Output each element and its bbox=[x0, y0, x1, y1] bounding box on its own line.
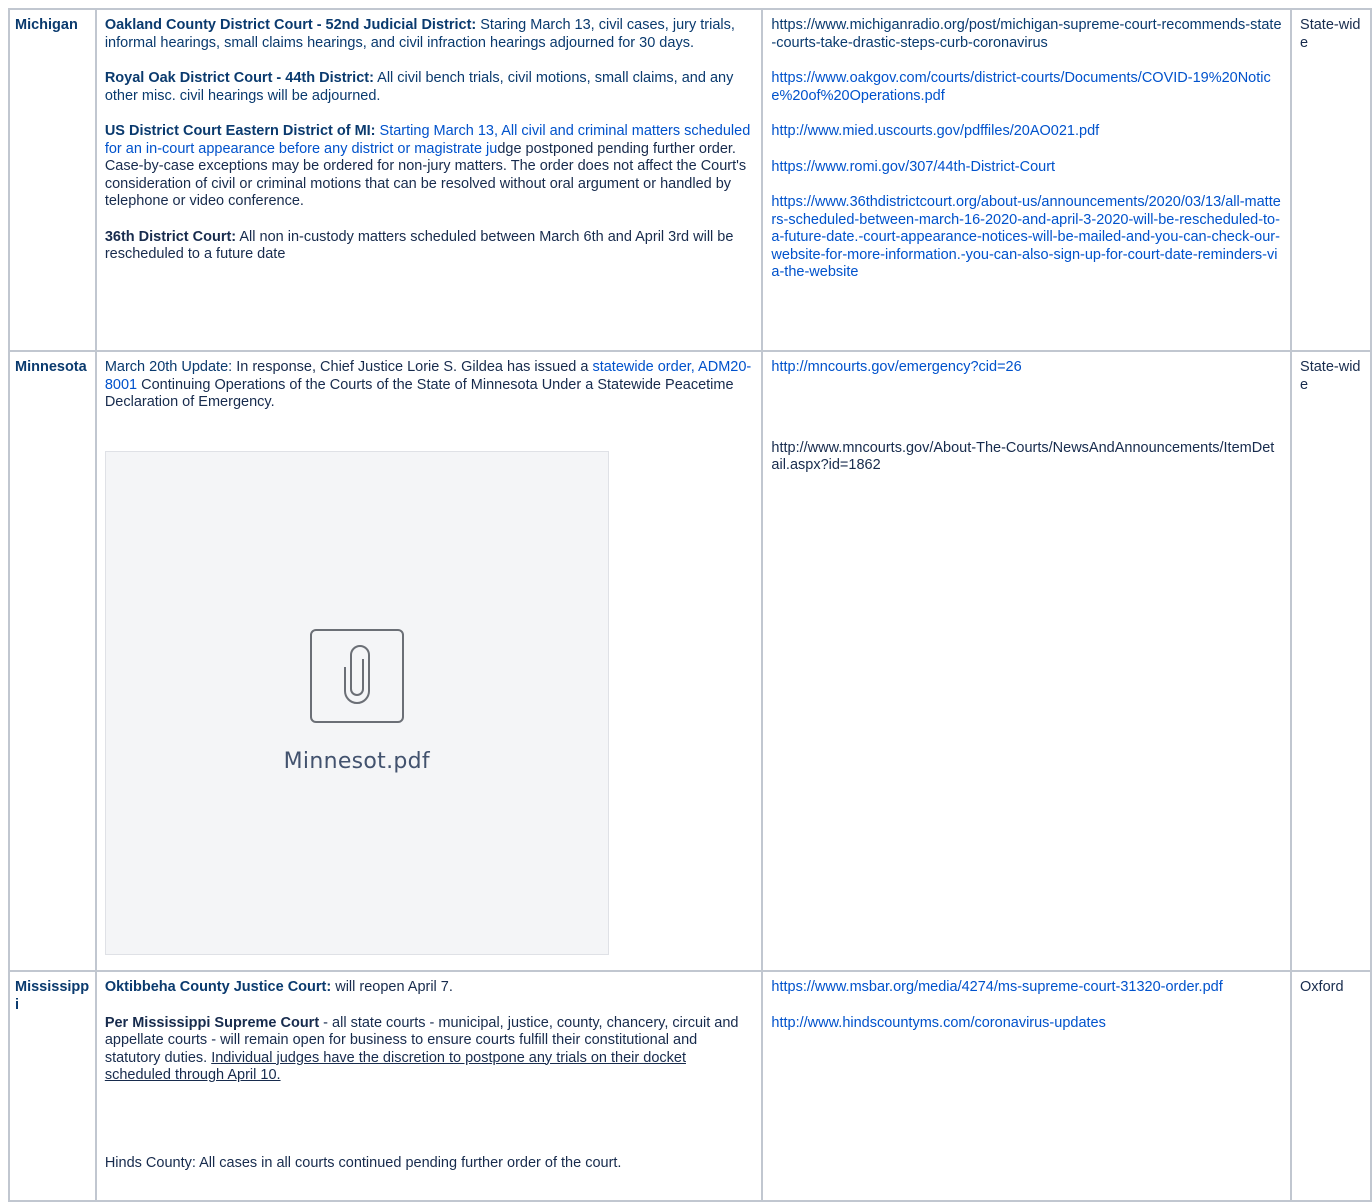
details-cell: Oktibbeha County Justice Court: will reo… bbox=[94, 970, 764, 1202]
eastern-district-paragraph: US District Court Eastern District of MI… bbox=[104, 123, 751, 209]
attachment-preview[interactable]: Minnesot.pdf bbox=[104, 450, 609, 955]
oktibbeha-paragraph: Oktibbeha County Justice Court: will reo… bbox=[104, 979, 453, 995]
links-cell: https://www.msbar.org/media/4274/ms-supr… bbox=[761, 970, 1293, 1202]
attachment-filename: Minnesot.pdf bbox=[283, 748, 430, 774]
details-cell: March 20th Update: In response, Chief Ju… bbox=[94, 350, 764, 972]
details-cell: Oakland County District Court - 52nd Jud… bbox=[94, 8, 764, 352]
paperclip-icon bbox=[309, 628, 404, 723]
links-cell: https://www.michiganradio.org/post/michi… bbox=[761, 8, 1293, 352]
table-row-minnesota: Minnesota March 20th Update: In response… bbox=[8, 350, 1372, 972]
oakland-paragraph: Oakland County District Court - 52nd Jud… bbox=[104, 17, 735, 51]
mncourts-news-link[interactable]: http://www.mncourts.gov/About-The-Courts… bbox=[771, 440, 1274, 474]
hindscounty-link[interactable]: http://www.hindscountyms.com/coronavirus… bbox=[771, 1015, 1105, 1031]
mied-link[interactable]: http://www.mied.uscourts.gov/pdffiles/20… bbox=[771, 123, 1099, 139]
oakgov-link[interactable]: https://www.oakgov.com/courts/district-c… bbox=[771, 70, 1270, 104]
scope-cell: Oxford bbox=[1290, 970, 1372, 1202]
36thdistrict-link[interactable]: https://www.36thdistrictcourt.org/about-… bbox=[771, 194, 1280, 280]
state-cell: Minnesota bbox=[8, 350, 97, 972]
36th-district-paragraph: 36th District Court: All non in-custody … bbox=[104, 228, 734, 263]
supreme-court-paragraph: Per Mississippi Supreme Court - all stat… bbox=[104, 1014, 739, 1084]
msbar-link[interactable]: https://www.msbar.org/media/4274/ms-supr… bbox=[771, 979, 1222, 995]
update-paragraph: March 20th Update: In response, Chief Ju… bbox=[104, 359, 752, 410]
scope-cell: State-wide bbox=[1290, 350, 1372, 972]
links-cell: http://mncourts.gov/emergency?cid=26 htt… bbox=[761, 350, 1293, 972]
mncourts-emergency-link[interactable]: http://mncourts.gov/emergency?cid=26 bbox=[771, 359, 1021, 375]
royal-oak-paragraph: Royal Oak District Court - 44th District… bbox=[104, 70, 734, 104]
state-cell: Mississippi bbox=[8, 970, 97, 1202]
michiganradio-link[interactable]: https://www.michiganradio.org/post/michi… bbox=[771, 17, 1281, 51]
scope-cell: State-wide bbox=[1290, 8, 1372, 352]
court-status-table: Michigan Oakland County District Court -… bbox=[8, 8, 1372, 1202]
state-cell: Michigan bbox=[8, 8, 97, 352]
table-row-mississippi: Mississippi Oktibbeha County Justice Cou… bbox=[8, 970, 1372, 1202]
hinds-paragraph: Hinds County: All cases in all courts co… bbox=[104, 1154, 622, 1171]
romi-link[interactable]: https://www.romi.gov/307/44th-District-C… bbox=[771, 159, 1055, 175]
table-row-michigan: Michigan Oakland County District Court -… bbox=[8, 8, 1372, 352]
